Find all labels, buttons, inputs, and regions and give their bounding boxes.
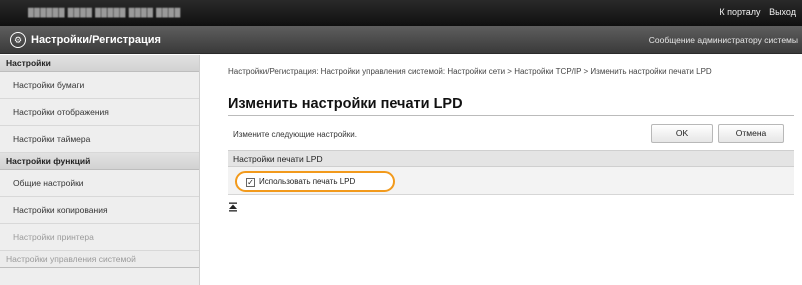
sidebar-item-paper-settings[interactable]: Настройки бумаги [0,72,199,99]
sidebar-group-settings: Настройки [0,55,199,72]
sidebar-item-timer-settings[interactable]: Настройки таймера [0,126,199,153]
logout-link[interactable]: Выход [769,7,796,17]
admin-message-link[interactable]: Сообщение администратору системы [649,35,798,45]
sidebar-group-system-management[interactable]: Настройки управления системой [0,251,199,268]
header-bar: ⚙ Настройки/Регистрация Сообщение админи… [0,26,802,54]
sidebar-group-function-settings: Настройки функций [0,153,199,170]
cancel-button[interactable]: Отмена [718,124,784,143]
use-lpd-checkbox[interactable]: ✓ [246,178,255,187]
back-to-top-icon[interactable] [228,202,238,212]
instruction-text: Измените следующие настройки. [233,130,357,139]
breadcrumb: Настройки/Регистрация: Настройки управле… [228,67,712,76]
top-bar: ██████ ████ █████ ████ ████ К порталу Вы… [0,0,802,26]
use-lpd-label[interactable]: Использовать печать LPD [259,177,355,186]
sidebar-item-printer-settings[interactable]: Настройки принтера [0,224,199,251]
sidebar: Настройки Настройки бумаги Настройки ото… [0,55,200,285]
sidebar-item-display-settings[interactable]: Настройки отображения [0,99,199,126]
sidebar-item-copy-settings[interactable]: Настройки копирования [0,197,199,224]
instruction-row: Измените следующие настройки. OK Отмена [228,121,794,146]
lpd-section-header: Настройки печати LPD [228,150,794,167]
lpd-section-body: ✓ Использовать печать LPD [228,167,794,195]
lpd-section-title: Настройки печати LPD [233,154,323,164]
main-content: Настройки/Регистрация: Настройки управле… [220,55,798,285]
portal-link[interactable]: К порталу [719,7,760,17]
device-model-name: ██████ ████ █████ ████ ████ [28,8,181,17]
settings-registration-icon: ⚙ [10,32,26,48]
header-title: Настройки/Регистрация [31,34,161,46]
top-links: К порталу Выход [713,7,796,17]
sidebar-item-general-settings[interactable]: Общие настройки [0,170,199,197]
page-title: Изменить настройки печати LPD [228,96,463,112]
title-divider [228,115,794,116]
use-lpd-highlight: ✓ Использовать печать LPD [235,171,395,192]
ok-button[interactable]: OK [651,124,713,143]
